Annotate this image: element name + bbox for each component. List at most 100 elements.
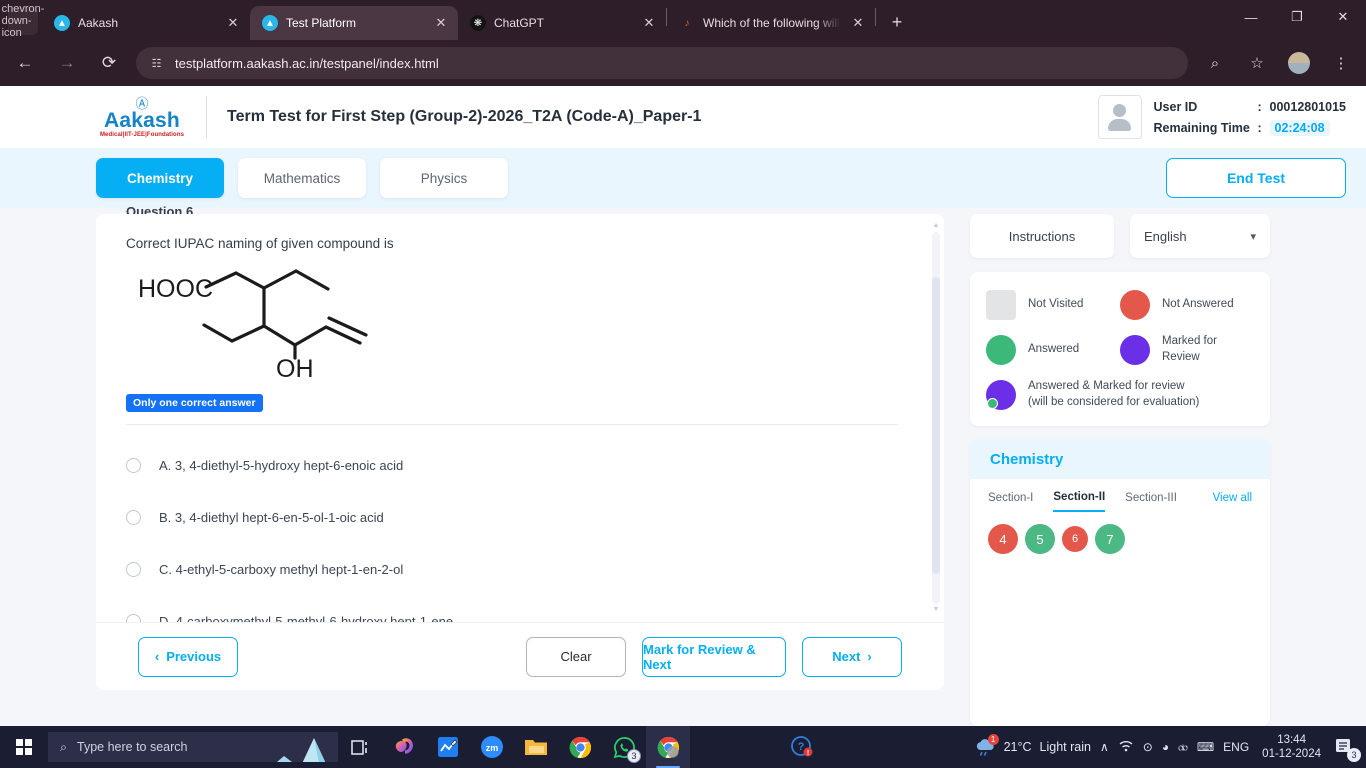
option-b[interactable]: B. 3, 4-diethyl hept-6-en-5-ol-1-oic aci… (126, 491, 928, 543)
bookmark-star-icon[interactable]: ☆ (1242, 48, 1272, 78)
zoom-icon[interactable]: ⌕ (1200, 48, 1230, 78)
tab-close-icon[interactable]: ✕ (432, 15, 450, 31)
start-button[interactable] (0, 726, 48, 768)
language-indicator[interactable]: ENG (1223, 740, 1249, 754)
language-select[interactable]: English ▾ (1130, 214, 1270, 258)
system-tray: 1 21°C Light rain ∧ ⊙ ◕ ⧞ ⌨ ENG 13:44 01… (974, 733, 1366, 762)
next-button[interactable]: Next › (802, 636, 902, 677)
browser-omnibar: ← → ⟳ ☷ testplatform.aakash.ac.in/testpa… (0, 40, 1366, 86)
previous-button[interactable]: ‹ Previous (138, 636, 238, 677)
sticky-notes-icon[interactable] (426, 726, 470, 768)
aakash-logo-tagline: Medical|IIT-JEE|Foundations (96, 131, 188, 138)
battery-icon[interactable]: ◕ (1162, 740, 1169, 754)
volume-icon[interactable]: ⧞ (1178, 740, 1188, 755)
tab-physics[interactable]: Physics (380, 158, 508, 198)
weather-temperature: 21°C (1003, 740, 1032, 754)
question-number-grid: 4 5 6 7 (970, 512, 1270, 566)
notification-center-icon[interactable]: 3 (1334, 738, 1361, 762)
tab-section-iii[interactable]: Section-III (1125, 492, 1177, 511)
window-close-button[interactable]: ✕ (1320, 0, 1366, 34)
aakash-logo-symbol: Ⓐ (135, 95, 149, 111)
task-view-icon[interactable] (338, 726, 382, 768)
new-tab-button[interactable]: + (884, 9, 910, 35)
question-badge-6[interactable]: 6 (1062, 526, 1088, 553)
weather-widget[interactable]: 1 21°C Light rain (974, 734, 1091, 757)
legend-answered-marked: Answered & Marked for review (will be co… (986, 379, 1254, 410)
tab-section-i[interactable]: Section-I (988, 492, 1033, 511)
wifi-icon[interactable] (1118, 739, 1134, 755)
weather-description: Light rain (1039, 740, 1091, 754)
app-header: Ⓐ Aakash Medical|IIT-JEE|Foundations Ter… (0, 86, 1366, 148)
file-explorer-icon[interactable] (514, 726, 558, 768)
scroll-down-icon[interactable]: ▼ (933, 606, 940, 614)
browser-tab-doubtnut[interactable]: ♪ Which of the following will not ✕ (667, 6, 875, 40)
back-icon[interactable]: ← (10, 48, 40, 78)
radio-d[interactable] (126, 613, 141, 622)
tab-close-icon[interactable]: ✕ (849, 15, 867, 31)
test-platform-app: Ⓐ Aakash Medical|IIT-JEE|Foundations Ter… (0, 86, 1366, 726)
option-c[interactable]: C. 4-ethyl-5-carboxy methyl hept-1-en-2-… (126, 543, 928, 595)
copilot-icon[interactable] (382, 726, 426, 768)
url-text: testplatform.aakash.ac.in/testpanel/inde… (175, 55, 439, 71)
chemical-structure-diagram: HOOC OH (136, 263, 928, 383)
chrome-active-icon[interactable] (646, 726, 690, 768)
question-column: Question 6 Correct IUPAC naming of given… (96, 204, 944, 726)
user-id-value: 00012801015 (1269, 99, 1346, 114)
question-badge-5[interactable]: 5 (1025, 524, 1055, 555)
clock[interactable]: 13:44 01-12-2024 (1258, 733, 1325, 762)
window-minimize-button[interactable]: — (1228, 0, 1274, 34)
legend-label: Not Visited (1028, 298, 1084, 311)
profile-avatar[interactable] (1284, 48, 1314, 78)
option-d[interactable]: D. 4-carboxymethyl-5-methyl-6-hydroxy he… (126, 595, 928, 622)
svg-text:!: ! (807, 750, 809, 757)
scroll-up-icon[interactable]: ▲ (933, 222, 940, 230)
question-scrollbar[interactable]: ▲ ▼ (932, 222, 940, 614)
tray-expand-icon[interactable]: ∧ (1100, 740, 1109, 754)
browser-tab-aakash[interactable]: ▲ Aakash ✕ (42, 6, 250, 40)
weather-badge: 1 (987, 734, 999, 745)
radio-a[interactable] (126, 457, 141, 473)
reload-icon[interactable]: ⟳ (94, 48, 124, 78)
legend-label: Answered & Marked for review (will be co… (1028, 380, 1200, 408)
mark-for-review-next-button[interactable]: Mark for Review & Next (642, 636, 786, 677)
status-legend: Not Visited Not Answered Answered Marked… (970, 272, 1270, 427)
site-info-icon[interactable]: ☷ (148, 55, 165, 72)
radio-b[interactable] (126, 509, 141, 525)
option-a[interactable]: A. 3, 4-diethyl-5-hydroxy hept-6-enoic a… (126, 439, 928, 491)
tab-section-ii[interactable]: Section-II (1053, 491, 1106, 513)
forward-icon[interactable]: → (52, 48, 82, 78)
tab-chemistry[interactable]: Chemistry (96, 158, 224, 198)
browser-chrome: chevron-down-icon ▲ Aakash ✕ ▲ Test Plat… (0, 0, 1366, 86)
tab-mathematics[interactable]: Mathematics (238, 158, 366, 198)
address-bar[interactable]: ☷ testplatform.aakash.ac.in/testpanel/in… (136, 47, 1188, 79)
browser-tab-chatgpt[interactable]: ❋ ChatGPT ✕ (458, 6, 666, 40)
scrollbar-thumb[interactable] (932, 276, 940, 575)
search-icon: ⌕ (60, 739, 68, 754)
window-maximize-button[interactable]: ❐ (1274, 0, 1320, 34)
scrollbar-track[interactable] (932, 232, 940, 604)
end-test-button[interactable]: End Test (1166, 158, 1346, 198)
browser-menu-icon[interactable]: ⋮ (1326, 48, 1356, 78)
whatsapp-icon[interactable]: 3 (602, 726, 646, 768)
aakash-logo: Ⓐ Aakash Medical|IIT-JEE|Foundations (96, 96, 207, 138)
answered-marked-swatch (986, 379, 1016, 410)
question-badge-7[interactable]: 7 (1095, 524, 1125, 555)
question-badge-4[interactable]: 4 (988, 524, 1018, 555)
camera-icon[interactable]: ⊙ (1143, 740, 1153, 754)
tab-divider (875, 8, 876, 26)
radio-c[interactable] (126, 561, 141, 577)
search-input[interactable]: ⌕ Type here to search (48, 732, 338, 762)
zoom-icon[interactable]: zm (470, 726, 514, 768)
chrome-icon[interactable] (558, 726, 602, 768)
browser-tab-test-platform[interactable]: ▲ Test Platform ✕ (250, 6, 458, 40)
tab-close-icon[interactable]: ✕ (224, 15, 242, 31)
remaining-time-separator: : (1257, 120, 1262, 135)
help-support-icon[interactable]: ? ! (780, 726, 824, 768)
tab-close-icon[interactable]: ✕ (640, 15, 658, 31)
view-all-link[interactable]: View all (1213, 492, 1252, 511)
clear-button[interactable]: Clear (526, 636, 626, 677)
tab-list-chevron-down-icon[interactable]: chevron-down-icon (2, 3, 45, 39)
instructions-button[interactable]: Instructions (970, 214, 1114, 258)
chevron-left-icon: ‹ (154, 649, 160, 664)
keyboard-input-icon[interactable]: ⌨ (1197, 740, 1214, 754)
